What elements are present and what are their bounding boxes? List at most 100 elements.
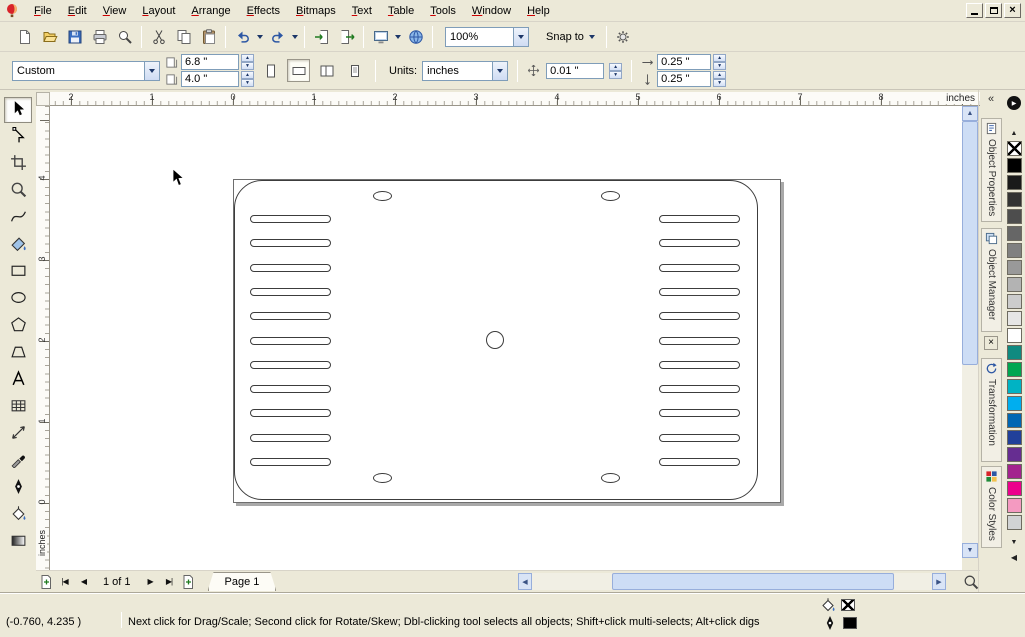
color-swatch[interactable]: [1007, 260, 1022, 275]
copy-button[interactable]: [171, 25, 196, 49]
units-combo[interactable]: inches: [422, 60, 509, 81]
duplicate-x-spinner[interactable]: ▲ ▼: [713, 54, 727, 70]
cut-button[interactable]: [146, 25, 171, 49]
vertical-ruler[interactable]: inches 4 3 2 1 0: [36, 106, 50, 570]
page-height-spinner[interactable]: ▲ ▼: [241, 71, 254, 87]
zoom-tool-button[interactable]: [962, 573, 980, 591]
text-tool[interactable]: [4, 367, 32, 393]
no-color-swatch[interactable]: [1007, 141, 1022, 156]
new-button[interactable]: [12, 25, 37, 49]
snap-to-dropdown[interactable]: Snap to: [539, 28, 602, 46]
app-launcher-button[interactable]: [368, 25, 393, 49]
undo-dropdown[interactable]: [255, 25, 265, 49]
crop-tool[interactable]: [4, 151, 32, 177]
scroll-up-button[interactable]: ▲: [962, 106, 978, 121]
page-preset-combo[interactable]: Custom: [12, 60, 160, 81]
menu-window[interactable]: Window: [464, 2, 519, 20]
horizontal-scroll-thumb[interactable]: [612, 573, 894, 590]
menu-text[interactable]: Text: [344, 2, 380, 20]
smart-fill-tool[interactable]: [4, 232, 32, 258]
docker-tab-transformation[interactable]: Transformation: [981, 358, 1002, 462]
horizontal-scroll-track[interactable]: [532, 573, 932, 590]
docker-tab-color-styles[interactable]: Color Styles: [981, 466, 1002, 548]
undo-button[interactable]: [230, 25, 255, 49]
drawing-canvas[interactable]: [50, 106, 962, 570]
current-page-button[interactable]: [343, 59, 366, 82]
table-tool[interactable]: [4, 394, 32, 420]
duplicate-y-spinner[interactable]: ▲ ▼: [713, 71, 727, 87]
polygon-tool[interactable]: [4, 313, 32, 339]
fill-tool[interactable]: [4, 502, 32, 528]
ellipse-tool[interactable]: [4, 286, 32, 312]
vertical-scrollbar[interactable]: ▲ ▼: [962, 106, 978, 558]
menu-bitmaps[interactable]: Bitmaps: [288, 2, 344, 20]
outline-pen-tool[interactable]: [4, 475, 32, 501]
zoom-dropdown-icon[interactable]: [513, 27, 528, 46]
color-swatch[interactable]: [1007, 175, 1022, 190]
menu-help[interactable]: Help: [519, 2, 558, 20]
page-width-field[interactable]: 6.8 ": [181, 54, 239, 70]
color-swatch[interactable]: [1007, 192, 1022, 207]
docker-collapse-button[interactable]: «: [983, 93, 999, 107]
color-swatch[interactable]: [1007, 243, 1022, 258]
app-launcher-dropdown[interactable]: [393, 25, 403, 49]
minimize-button[interactable]: [966, 3, 983, 18]
docker-close-button[interactable]: ×: [984, 336, 998, 350]
palette-expand-button[interactable]: ◀: [1006, 552, 1022, 564]
horizontal-scrollbar[interactable]: ◀ ▶: [518, 573, 946, 590]
shape-tool[interactable]: [4, 124, 32, 150]
menu-edit[interactable]: Edit: [60, 2, 95, 20]
first-page-button[interactable]: |◀: [55, 573, 74, 591]
pick-tool[interactable]: [4, 97, 32, 123]
save-button[interactable]: [62, 25, 87, 49]
rectangle-tool[interactable]: [4, 259, 32, 285]
color-swatch[interactable]: [1007, 447, 1022, 462]
portrait-button[interactable]: [259, 59, 282, 82]
color-swatch[interactable]: [1007, 396, 1022, 411]
freehand-tool[interactable]: [4, 205, 32, 231]
paste-button[interactable]: [196, 25, 221, 49]
palette-scroll-up-button[interactable]: ▲: [1006, 128, 1022, 139]
previous-page-button[interactable]: ◀: [74, 573, 93, 591]
color-swatch[interactable]: [1007, 362, 1022, 377]
color-swatch[interactable]: [1007, 413, 1022, 428]
menu-layout[interactable]: Layout: [134, 2, 183, 20]
print-button[interactable]: [87, 25, 112, 49]
scroll-left-button[interactable]: ◀: [518, 573, 532, 590]
color-swatch[interactable]: [1007, 209, 1022, 224]
ruler-origin-box[interactable]: [36, 92, 50, 106]
page-height-field[interactable]: 4.0 ": [181, 71, 239, 87]
all-pages-button[interactable]: [315, 59, 338, 82]
color-swatch[interactable]: [1007, 379, 1022, 394]
menu-file[interactable]: File: [26, 2, 60, 20]
color-swatch[interactable]: [1007, 498, 1022, 513]
last-page-button[interactable]: ▶|: [160, 573, 179, 591]
scroll-right-button[interactable]: ▶: [932, 573, 946, 590]
menu-tools[interactable]: Tools: [422, 2, 464, 20]
search-button[interactable]: [112, 25, 137, 49]
interactive-fill-tool[interactable]: [4, 529, 32, 555]
color-swatch[interactable]: [1007, 226, 1022, 241]
redo-dropdown[interactable]: [290, 25, 300, 49]
duplicate-x-field[interactable]: 0.25 ": [657, 54, 712, 70]
basic-shapes-tool[interactable]: [4, 340, 32, 366]
palette-scroll-down-button[interactable]: ▼: [1006, 537, 1022, 548]
nudge-spinner[interactable]: ▲ ▼: [609, 62, 623, 79]
preset-dropdown-icon[interactable]: [144, 61, 159, 80]
vertical-scroll-thumb[interactable]: [962, 121, 978, 365]
page-tab[interactable]: Page 1: [208, 572, 277, 591]
open-button[interactable]: [37, 25, 62, 49]
color-swatch[interactable]: [1007, 464, 1022, 479]
zoom-tool[interactable]: [4, 178, 32, 204]
color-swatch[interactable]: [1007, 277, 1022, 292]
menu-table[interactable]: Table: [380, 2, 422, 20]
landscape-button[interactable]: [287, 59, 310, 82]
add-page-before-button[interactable]: [36, 573, 55, 591]
export-button[interactable]: [334, 25, 359, 49]
horizontal-ruler[interactable]: inches 2 1 0 1 2 3 4 5 6 7 8: [50, 92, 980, 106]
color-swatch[interactable]: [1007, 515, 1022, 530]
corel-online-button[interactable]: [403, 25, 428, 49]
color-swatch[interactable]: [1007, 328, 1022, 343]
restore-button[interactable]: [985, 3, 1002, 18]
color-swatch[interactable]: [1007, 158, 1022, 173]
